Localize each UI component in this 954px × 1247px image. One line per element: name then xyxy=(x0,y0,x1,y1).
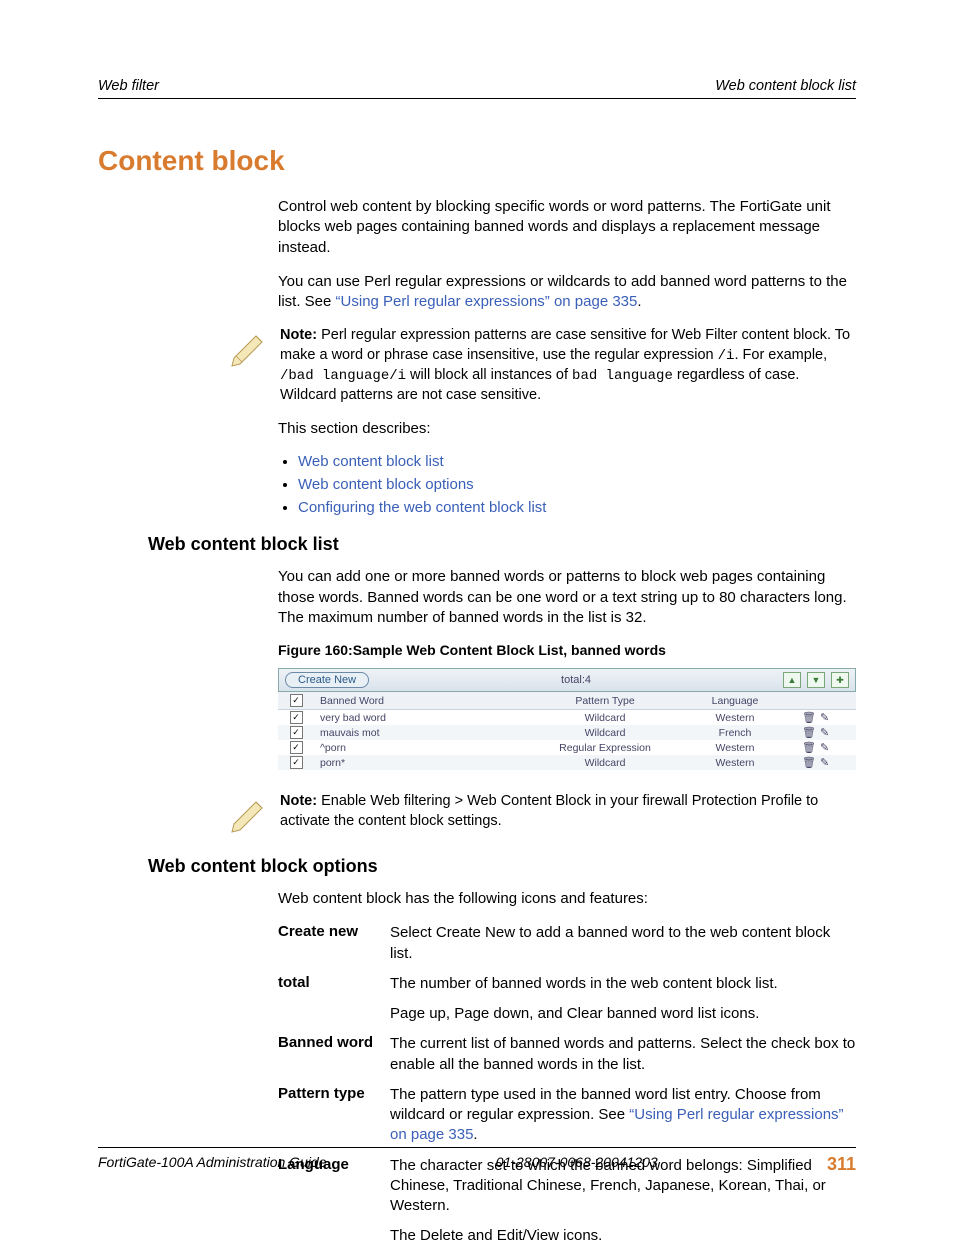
link-block-list[interactable]: Web content block list xyxy=(298,453,444,470)
note-case-sensitive: Note: Perl regular expression patterns a… xyxy=(280,326,856,405)
section-describes-intro: This section describes: xyxy=(278,419,856,439)
intro-paragraph-2: You can use Perl regular expressions or … xyxy=(278,272,856,313)
page-up-icon[interactable]: ▲ xyxy=(783,672,801,688)
opt-desc-banned-word: The current list of banned words and pat… xyxy=(390,1034,856,1075)
page-footer: FortiGate-100A Administration Guide 01-2… xyxy=(98,1147,856,1175)
opt-desc-total: The number of banned words in the web co… xyxy=(390,974,856,994)
table-row: ✓ porn* Wildcard Western 🗑✎ xyxy=(278,755,856,770)
delete-icon[interactable]: 🗑 xyxy=(802,741,816,754)
opt-term-total: total xyxy=(278,974,390,994)
edit-icon[interactable]: ✎ xyxy=(820,741,829,754)
col-banned-word: Banned Word xyxy=(314,692,536,710)
header-left: Web filter xyxy=(98,78,159,94)
opt-desc-delete-edit-icons: The Delete and Edit/View icons. xyxy=(390,1226,856,1246)
col-pattern-type: Pattern Type xyxy=(536,692,674,710)
footer-doc-id: 01-28007-0068-20041203 xyxy=(496,1154,658,1175)
link-perl-regex[interactable]: “Using Perl regular expressions” on page… xyxy=(336,293,638,310)
edit-icon[interactable]: ✎ xyxy=(820,711,829,724)
opt-desc-pattern-type: The pattern type used in the banned word… xyxy=(390,1085,856,1146)
opt-desc-create-new: Select Create New to add a banned word t… xyxy=(390,923,856,964)
delete-icon[interactable]: 🗑 xyxy=(802,711,816,724)
delete-icon[interactable]: 🗑 xyxy=(802,726,816,739)
clear-list-icon[interactable]: ✚ xyxy=(831,672,849,688)
heading-block-options: Web content block options xyxy=(148,856,856,877)
header-right: Web content block list xyxy=(715,78,856,94)
table-row: ✓ mauvais mot Wildcard French 🗑✎ xyxy=(278,725,856,740)
create-new-button[interactable]: Create New xyxy=(285,672,369,688)
opt-term-banned-word: Banned word xyxy=(278,1034,390,1075)
col-language: Language xyxy=(674,692,796,710)
checkbox[interactable]: ✓ xyxy=(290,711,303,724)
banned-words-table: ✓ Banned Word Pattern Type Language ✓ ve… xyxy=(278,692,856,770)
footer-page-number: 311 xyxy=(827,1154,856,1175)
list-item: Web content block options xyxy=(298,476,856,493)
section-links-list: Web content block list Web content block… xyxy=(298,453,856,516)
block-list-paragraph: You can add one or more banned words or … xyxy=(278,567,856,628)
edit-icon[interactable]: ✎ xyxy=(820,756,829,769)
list-item: Web content block list xyxy=(298,453,856,470)
figure-caption: Figure 160:Sample Web Content Block List… xyxy=(278,642,856,658)
note-icon xyxy=(228,794,274,838)
edit-icon[interactable]: ✎ xyxy=(820,726,829,739)
footer-guide-name: FortiGate-100A Administration Guide xyxy=(98,1154,327,1175)
heading-block-list: Web content block list xyxy=(148,534,856,555)
intro-paragraph-1: Control web content by blocking specific… xyxy=(278,197,856,258)
table-row: ✓ very bad word Wildcard Western 🗑✎ xyxy=(278,710,856,726)
note-enable-filtering: Note: Enable Web filtering > Web Content… xyxy=(280,792,856,831)
opt-term-pattern-type: Pattern type xyxy=(278,1085,390,1146)
page-down-icon[interactable]: ▼ xyxy=(807,672,825,688)
link-block-options[interactable]: Web content block options xyxy=(298,476,474,493)
list-item: Configuring the web content block list xyxy=(298,499,856,516)
page-title: Content block xyxy=(98,145,856,177)
table-row: ✓ ^porn Regular Expression Western 🗑✎ xyxy=(278,740,856,755)
checkbox[interactable]: ✓ xyxy=(290,741,303,754)
checkbox[interactable]: ✓ xyxy=(290,726,303,739)
opt-term-create-new: Create new xyxy=(278,923,390,964)
opt-desc-page-icons: Page up, Page down, and Clear banned wor… xyxy=(390,1004,856,1024)
options-intro: Web content block has the following icon… xyxy=(278,889,856,909)
screenshot-block-list: Create New total:4 ▲ ▼ ✚ ✓ Banned Word P… xyxy=(278,668,856,770)
total-count: total:4 xyxy=(369,674,783,686)
running-header: Web filter Web content block list xyxy=(98,78,856,99)
checkbox[interactable]: ✓ xyxy=(290,756,303,769)
checkbox-all[interactable]: ✓ xyxy=(290,694,303,707)
link-configuring[interactable]: Configuring the web content block list xyxy=(298,499,546,516)
note-icon xyxy=(228,328,274,372)
delete-icon[interactable]: 🗑 xyxy=(802,756,816,769)
